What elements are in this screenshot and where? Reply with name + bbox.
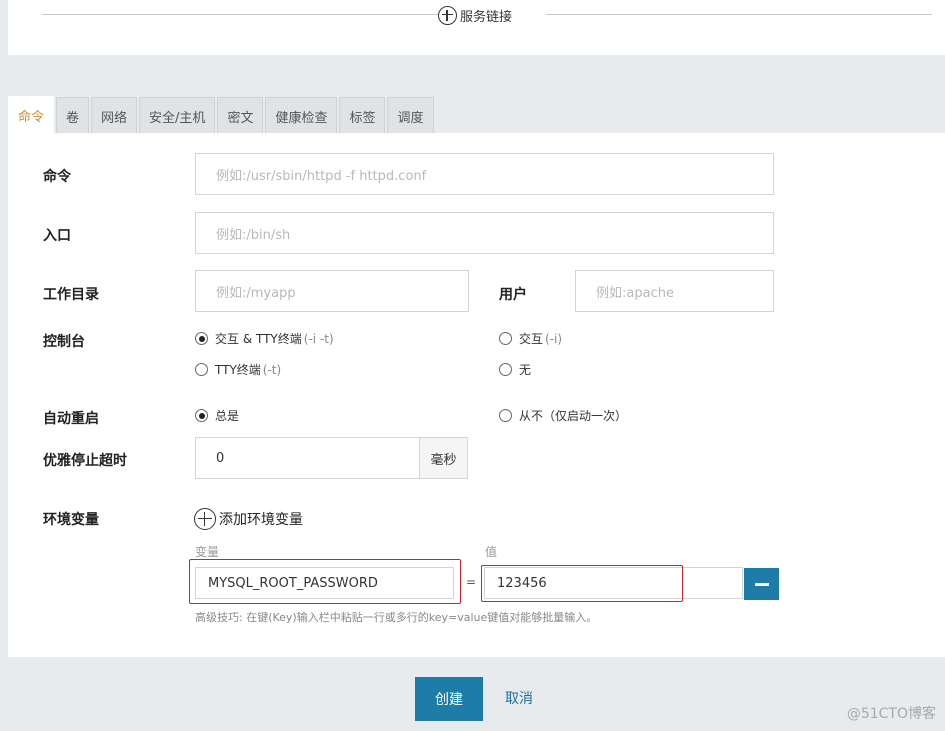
- user-input[interactable]: 例如:apache: [575, 270, 774, 312]
- create-button[interactable]: 创建: [415, 677, 483, 721]
- command-label: 命令: [43, 169, 71, 185]
- radio-empty-icon: [499, 363, 512, 376]
- tab-secrets[interactable]: 密文: [217, 97, 264, 134]
- tab-volumes[interactable]: 卷: [56, 97, 90, 134]
- command-input[interactable]: 例如:/usr/sbin/httpd -f httpd.conf: [195, 153, 774, 195]
- radio-empty-icon: [195, 363, 208, 376]
- add-service-link-button[interactable]: 服务链接: [438, 4, 513, 26]
- console-option-interactive-tty[interactable]: 交互 & TTY终端 (-i -t): [195, 330, 334, 347]
- env-equals-sign: =: [466, 575, 477, 589]
- env-key-header: 变量: [195, 545, 220, 559]
- console-option-none[interactable]: 无: [499, 361, 531, 378]
- tab-command[interactable]: 命令: [8, 96, 55, 134]
- option-hint: (-t): [262, 362, 282, 377]
- tab-security-host[interactable]: 安全/主机: [139, 97, 216, 134]
- watermark: @51CTO博客: [846, 706, 936, 722]
- radio-selected-icon: [195, 332, 208, 345]
- option-hint: (-i): [545, 331, 563, 346]
- tab-network[interactable]: 网络: [91, 97, 138, 134]
- add-env-label: 添加环境变量: [219, 512, 303, 528]
- option-hint: (-i -t): [303, 331, 334, 346]
- restart-option-never[interactable]: 从不（仅启动一次）: [499, 407, 627, 424]
- service-link-label: 服务链接: [460, 9, 513, 25]
- restart-option-always[interactable]: 总是: [195, 407, 239, 424]
- divider-left: [42, 14, 438, 15]
- user-placeholder: 例如:apache: [596, 285, 674, 301]
- env-label: 环境变量: [43, 512, 99, 528]
- plus-circle-icon: [194, 508, 216, 530]
- radio-empty-icon: [499, 409, 512, 422]
- option-label: 交互: [519, 332, 544, 346]
- cancel-button[interactable]: 取消: [505, 688, 533, 708]
- workdir-placeholder: 例如:/myapp: [216, 285, 296, 301]
- console-option-tty[interactable]: TTY终端 (-t): [195, 361, 281, 378]
- env-value-header: 值: [485, 545, 498, 559]
- tab-bar: 命令 卷 网络 安全/主机 密文 健康检查 标签 调度: [8, 96, 436, 134]
- restart-label: 自动重启: [43, 411, 99, 427]
- env-tip: 高级技巧: 在键(Key)输入栏中粘贴一行或多行的key=value键值对能够批…: [195, 611, 598, 624]
- stop-timeout-value: 0: [216, 450, 225, 466]
- user-label: 用户: [499, 287, 527, 303]
- tab-health-check[interactable]: 健康检查: [265, 97, 338, 134]
- command-placeholder: 例如:/usr/sbin/httpd -f httpd.conf: [216, 168, 427, 184]
- stop-timeout-unit: 毫秒: [419, 437, 468, 479]
- console-option-interactive[interactable]: 交互 (-i): [499, 330, 562, 347]
- entrypoint-input[interactable]: 例如:/bin/sh: [195, 212, 774, 254]
- tab-scheduling[interactable]: 调度: [387, 97, 434, 134]
- stop-timeout-label: 优雅停止超时: [43, 453, 127, 469]
- stop-timeout-input[interactable]: 0: [195, 437, 420, 479]
- add-env-button[interactable]: 添加环境变量: [194, 508, 303, 530]
- radio-selected-icon: [195, 409, 208, 422]
- entrypoint-placeholder: 例如:/bin/sh: [216, 227, 291, 243]
- highlight-value-box: [481, 565, 683, 602]
- highlight-key-box: [189, 559, 461, 604]
- option-label: 从不（仅启动一次）: [519, 409, 628, 423]
- plus-circle-icon: [438, 5, 457, 25]
- radio-empty-icon: [499, 332, 512, 345]
- option-label: 总是: [215, 409, 240, 423]
- console-label: 控制台: [43, 334, 85, 350]
- option-label: TTY终端: [215, 363, 261, 377]
- workdir-label: 工作目录: [43, 287, 99, 303]
- divider-right: [546, 14, 932, 15]
- remove-env-button[interactable]: [744, 568, 779, 600]
- minus-icon: [754, 582, 769, 586]
- tab-labels[interactable]: 标签: [339, 97, 386, 134]
- workdir-input[interactable]: 例如:/myapp: [195, 270, 469, 312]
- option-label: 无: [519, 363, 532, 377]
- option-label: 交互 & TTY终端: [215, 332, 302, 346]
- entrypoint-label: 入口: [43, 228, 71, 244]
